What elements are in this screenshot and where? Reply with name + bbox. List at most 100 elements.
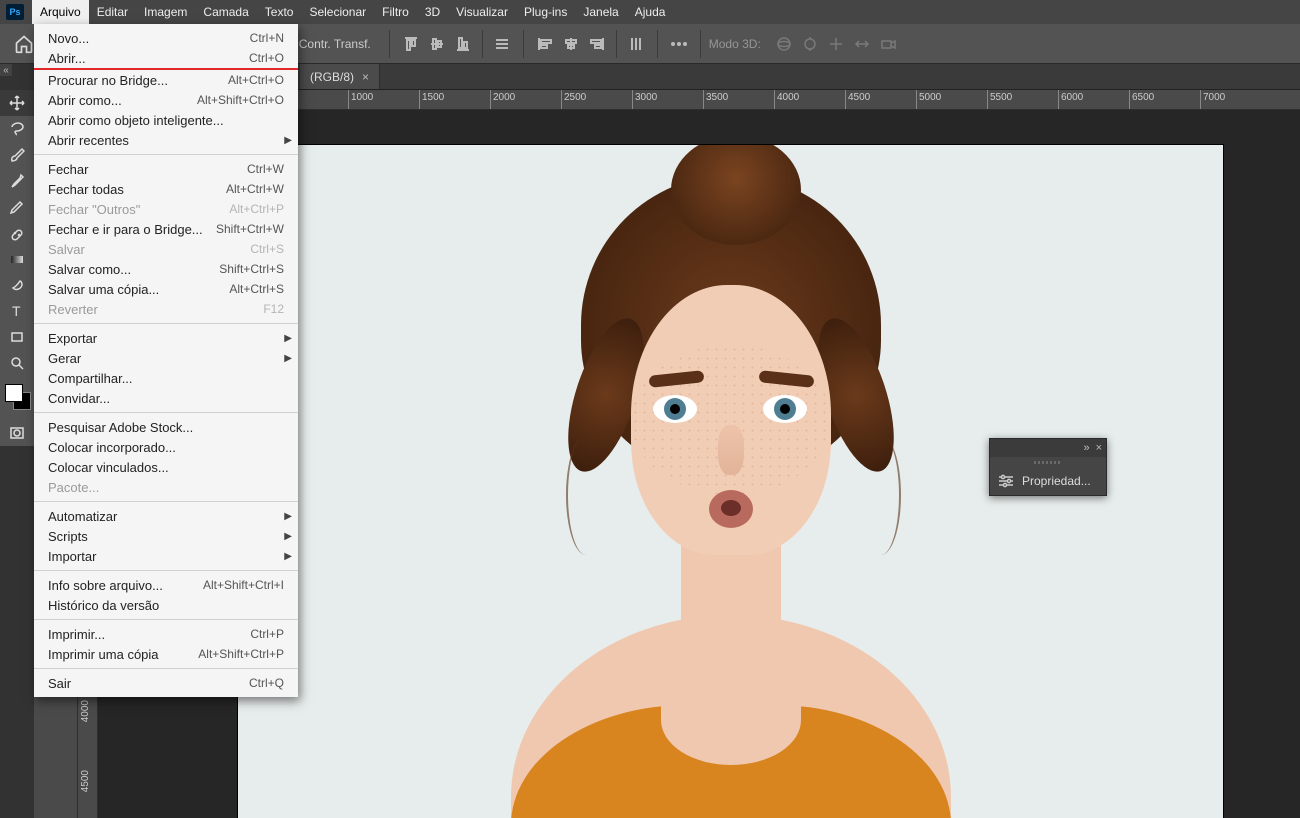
menuitem-abrir-recentes[interactable]: Abrir recentes▶ (34, 130, 298, 150)
menu-selecionar[interactable]: Selecionar (301, 0, 374, 24)
more-options-icon[interactable] (668, 33, 690, 55)
align-vcenter-icon[interactable] (426, 33, 448, 55)
menu-janela[interactable]: Janela (575, 0, 626, 24)
magnify-tool[interactable] (0, 350, 34, 376)
menuitem-colocar-incorporado-[interactable]: Colocar incorporado... (34, 437, 298, 457)
roll-3d-icon[interactable] (799, 33, 821, 55)
panel-collapse-tab[interactable]: « (0, 64, 12, 76)
menuitem-shortcut: Ctrl+S (250, 242, 284, 256)
menuitem-label: Histórico da versão (48, 598, 159, 613)
ruler-tick-label: 6500 (1132, 92, 1154, 103)
menuitem-hist-rico-da-vers-o[interactable]: Histórico da versão (34, 595, 298, 615)
brush-tool[interactable] (0, 142, 34, 168)
camera-3d-icon[interactable] (877, 33, 899, 55)
menuitem-label: Pesquisar Adobe Stock... (48, 420, 193, 435)
menu-editar[interactable]: Editar (89, 0, 136, 24)
distribute-h-icon[interactable] (625, 33, 647, 55)
menuitem-fechar-todas[interactable]: Fechar todasAlt+Ctrl+W (34, 179, 298, 199)
menuitem-label: Reverter (48, 302, 98, 317)
submenu-arrow-icon: ▶ (284, 353, 292, 364)
menuitem-pesquisar-adobe-stock-[interactable]: Pesquisar Adobe Stock... (34, 417, 298, 437)
menuitem-fechar-e-ir-para-o-bridge-[interactable]: Fechar e ir para o Bridge...Shift+Ctrl+W (34, 219, 298, 239)
menuitem-label: Gerar (48, 351, 81, 366)
menu-separator (34, 323, 298, 324)
menuitem-imprimir-[interactable]: Imprimir...Ctrl+P (34, 624, 298, 644)
menuitem-automatizar[interactable]: Automatizar▶ (34, 506, 298, 526)
slide-3d-icon[interactable] (851, 33, 873, 55)
menuitem-label: Convidar... (48, 391, 110, 406)
menuitem-shortcut: Ctrl+N (250, 31, 284, 45)
menu-camada[interactable]: Camada (195, 0, 256, 24)
align-left-icon[interactable] (534, 33, 556, 55)
menuitem-gerar[interactable]: Gerar ▶ (34, 348, 298, 368)
align-hcenter-icon[interactable] (560, 33, 582, 55)
ruler-tick-label: 1000 (351, 92, 373, 103)
menu-texto[interactable]: Texto (257, 0, 302, 24)
close-tab-icon[interactable]: × (362, 70, 369, 84)
menuitem-label: Salvar (48, 242, 85, 257)
menuitem-abrir-[interactable]: Abrir...Ctrl+O (34, 48, 298, 68)
menuitem-scripts[interactable]: Scripts▶ (34, 526, 298, 546)
distribute-icon[interactable] (491, 33, 513, 55)
panel-grip[interactable] (990, 457, 1106, 467)
ruler-tick-label: 3500 (706, 92, 728, 103)
eyedropper-tool[interactable] (0, 168, 34, 194)
menuitem-abrir-como-[interactable]: Abrir como...Alt+Shift+Ctrl+O (34, 90, 298, 110)
menu-filtro[interactable]: Filtro (374, 0, 417, 24)
menuitem-salvar-como-[interactable]: Salvar como...Shift+Ctrl+S (34, 259, 298, 279)
color-swatches[interactable] (0, 382, 34, 416)
menuitem-sair[interactable]: SairCtrl+Q (34, 673, 298, 693)
move-tool[interactable] (0, 90, 34, 116)
menuitem-imprimir-uma-c-pia[interactable]: Imprimir uma cópiaAlt+Shift+Ctrl+P (34, 644, 298, 664)
document-tab[interactable]: (RGB/8) × (300, 64, 380, 89)
properties-panel-header[interactable]: » × (990, 439, 1106, 457)
menuitem-fechar[interactable]: FecharCtrl+W (34, 159, 298, 179)
menuitem-label: Abrir como... (48, 93, 122, 108)
menuitem-label: Abrir como objeto inteligente... (48, 113, 224, 128)
menuitem-procurar-no-bridge-[interactable]: Procurar no Bridge...Alt+Ctrl+O (34, 70, 298, 90)
menuitem-label: Imprimir uma cópia (48, 647, 159, 662)
menu-separator (34, 154, 298, 155)
zoom-tool[interactable] (0, 272, 34, 298)
submenu-arrow-icon: ▶ (284, 333, 292, 344)
submenu-arrow-icon: ▶ (284, 531, 292, 542)
healing-tool[interactable] (0, 220, 34, 246)
menuitem-shortcut: Alt+Ctrl+W (226, 182, 284, 196)
orbit-3d-icon[interactable] (773, 33, 795, 55)
menu-visualizar[interactable]: Visualizar (448, 0, 516, 24)
align-group (398, 33, 476, 55)
menu-plug-ins[interactable]: Plug-ins (516, 0, 575, 24)
menu-ajuda[interactable]: Ajuda (627, 0, 674, 24)
menuitem-novo-[interactable]: Novo...Ctrl+N (34, 28, 298, 48)
menuitem-importar[interactable]: Importar▶ (34, 546, 298, 566)
foreground-swatch[interactable] (5, 384, 23, 402)
menu-arquivo[interactable]: Arquivo (32, 0, 89, 24)
properties-panel-title[interactable]: Propriedad... (1022, 474, 1091, 488)
lasso-tool[interactable] (0, 116, 34, 142)
menuitem-label: Colocar vinculados... (48, 460, 169, 475)
panel-collapse-icon[interactable]: » (1083, 442, 1089, 454)
menuitem-abrir-como-objeto-inteligente-[interactable]: Abrir como objeto inteligente... (34, 110, 298, 130)
menuitem-exportar[interactable]: Exportar▶ (34, 328, 298, 348)
menuitem-compartilhar-[interactable]: Compartilhar... (34, 368, 298, 388)
menu-imagem[interactable]: Imagem (136, 0, 195, 24)
ruler-tick-label: 7000 (1203, 92, 1225, 103)
menu-3d[interactable]: 3D (417, 0, 448, 24)
menuitem-colocar-vinculados-[interactable]: Colocar vinculados... (34, 457, 298, 477)
type-tool[interactable]: T (0, 298, 34, 324)
align-bottom-icon[interactable] (452, 33, 474, 55)
pan-3d-icon[interactable] (825, 33, 847, 55)
pencil-tool[interactable] (0, 194, 34, 220)
panel-close-icon[interactable]: × (1096, 442, 1102, 454)
menuitem-info-sobre-arquivo-[interactable]: Info sobre arquivo...Alt+Shift+Ctrl+I (34, 575, 298, 595)
menuitem-salvar-uma-c-pia-[interactable]: Salvar uma cópia...Alt+Ctrl+S (34, 279, 298, 299)
quick-mask-icon[interactable] (0, 420, 34, 446)
align-top-icon[interactable] (400, 33, 422, 55)
gradient-tool[interactable] (0, 246, 34, 272)
ruler-tick-label: 2000 (493, 92, 515, 103)
menuitem-shortcut: Alt+Shift+Ctrl+I (203, 578, 284, 592)
align-right-icon[interactable] (586, 33, 608, 55)
rectangle-tool[interactable] (0, 324, 34, 350)
properties-panel[interactable]: » × Propriedad... (989, 438, 1107, 496)
menuitem-convidar-[interactable]: Convidar... (34, 388, 298, 408)
